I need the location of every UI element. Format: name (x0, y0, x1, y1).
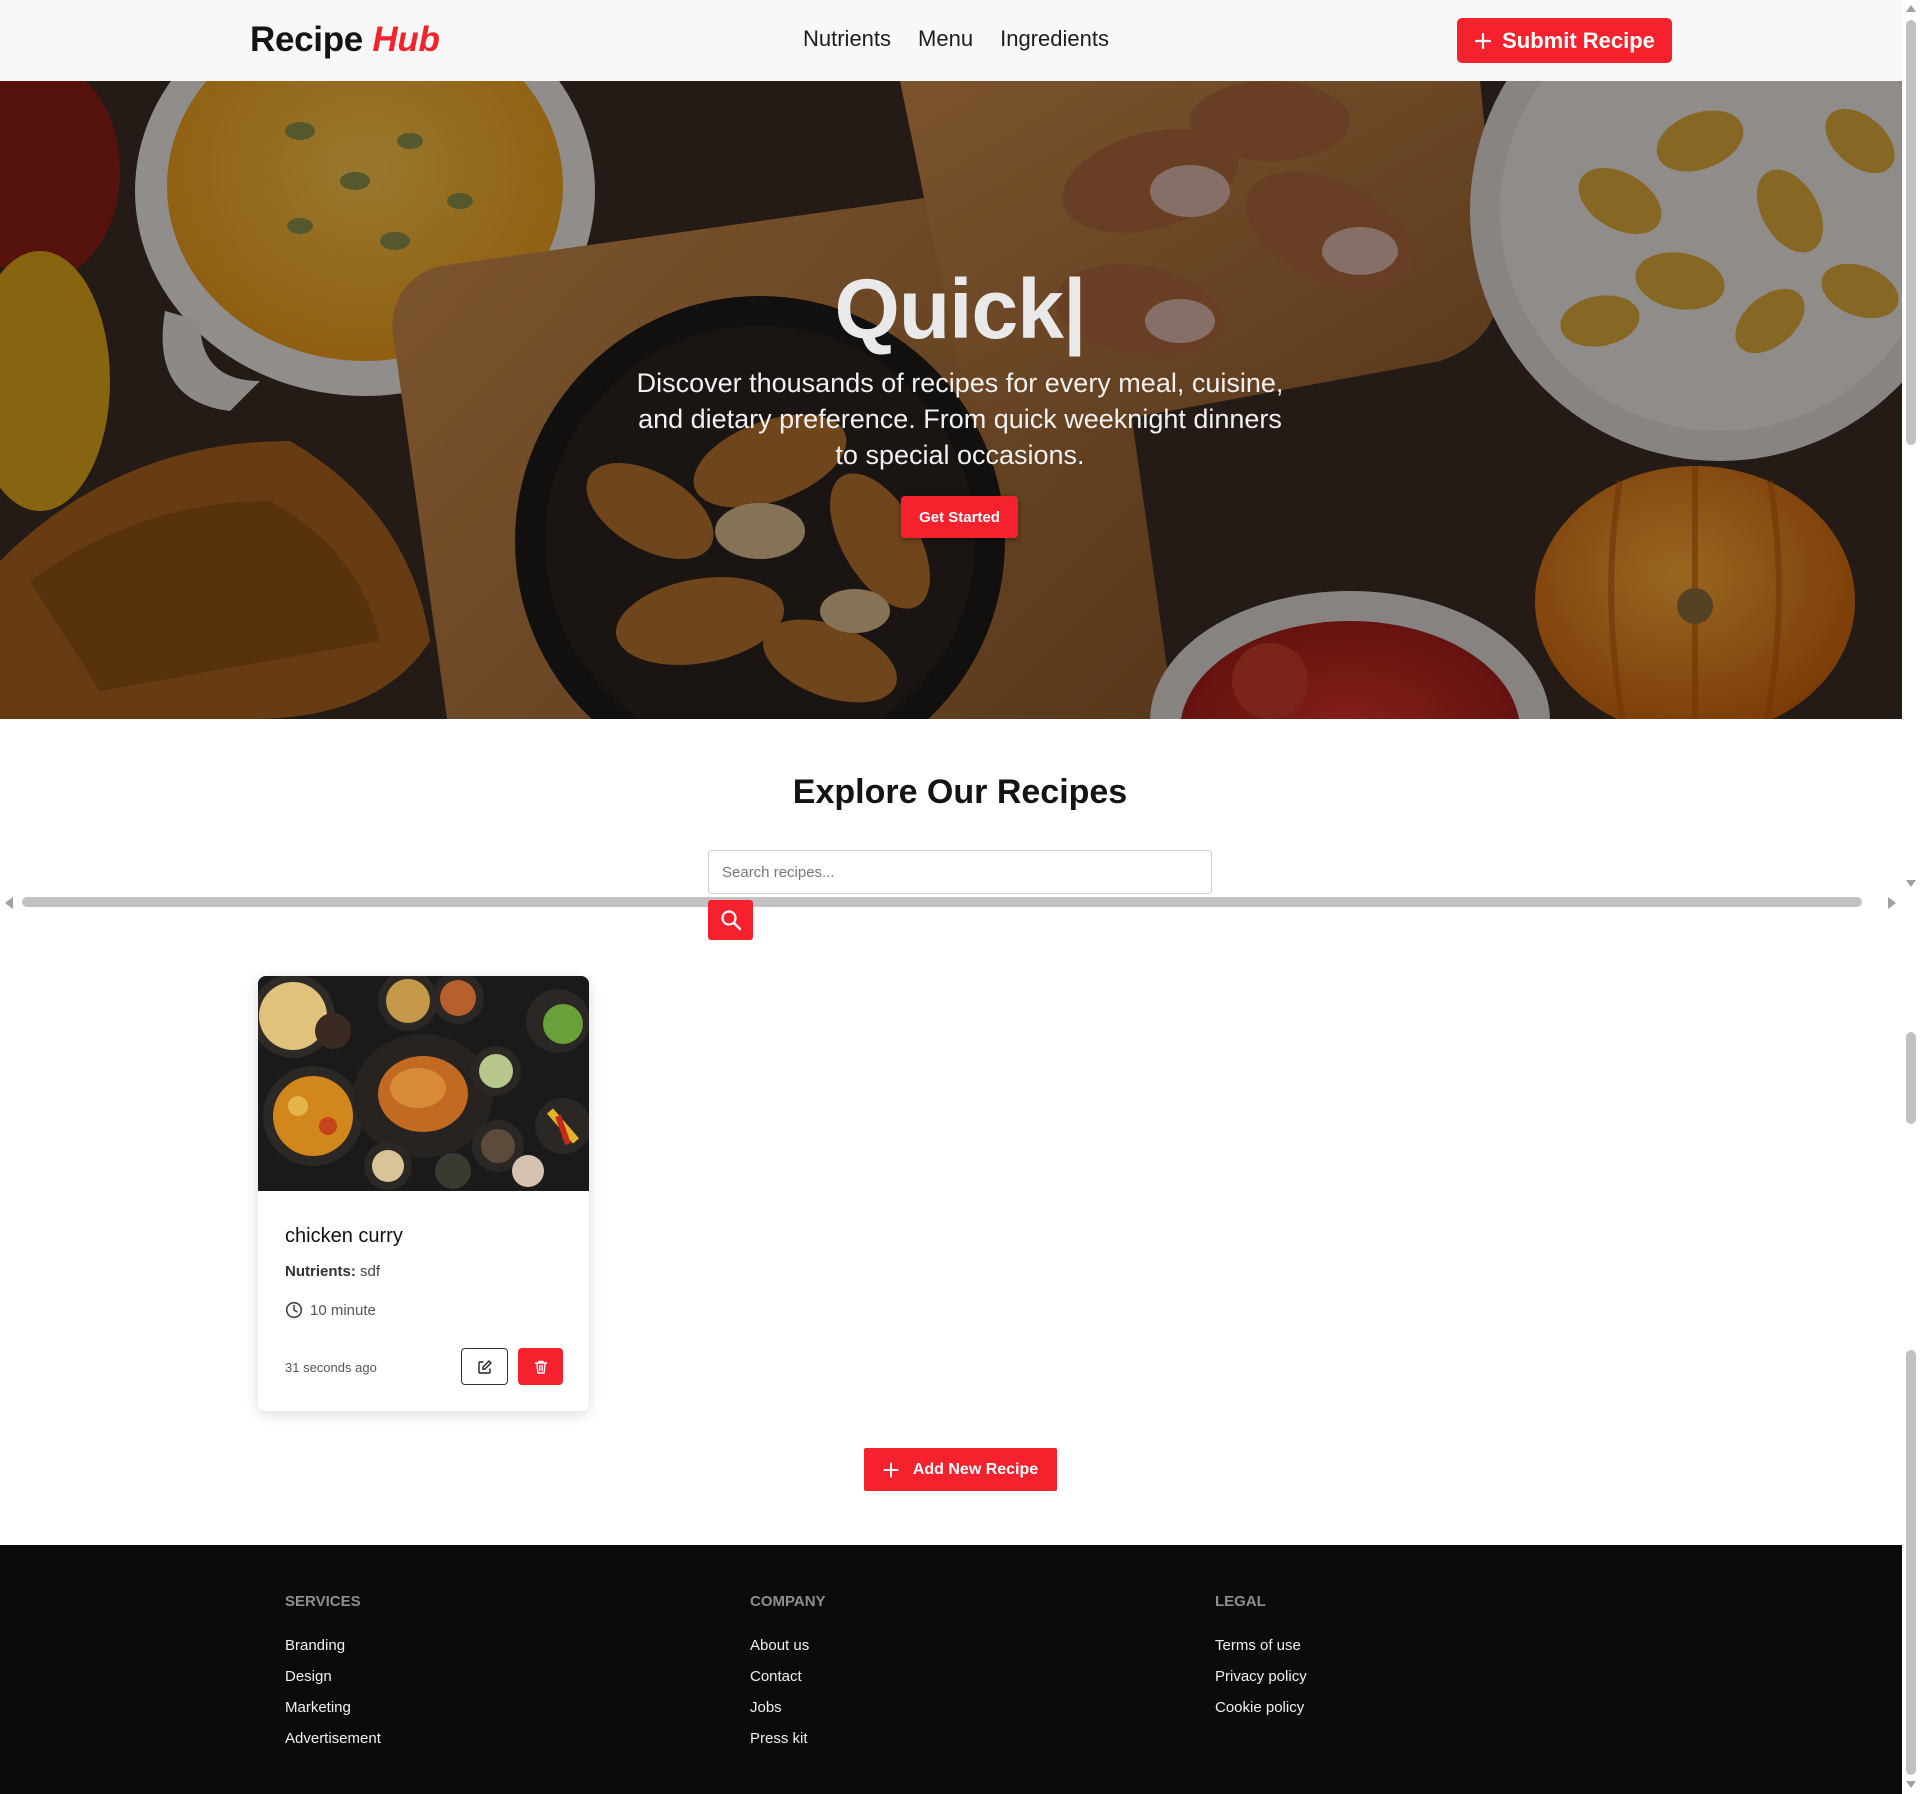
trash-icon (534, 1360, 547, 1374)
add-new-recipe-button[interactable]: Add New Recipe (864, 1448, 1057, 1491)
nutrients-value: sdf (360, 1263, 381, 1280)
search-input[interactable] (708, 850, 1212, 894)
footer-link-about[interactable]: About us (750, 1630, 826, 1661)
nav-link-ingredients[interactable]: Ingredients (1000, 26, 1109, 52)
footer-services: SERVICES Branding Design Marketing Adver… (285, 1593, 381, 1754)
footer-link-advertisement[interactable]: Advertisement (285, 1723, 381, 1754)
vertical-scroll-thumb-inner[interactable] (1906, 1032, 1916, 1124)
horizontal-scroll-thumb[interactable] (22, 897, 1862, 907)
submit-recipe-label: Submit Recipe (1502, 27, 1655, 53)
footer: SERVICES Branding Design Marketing Adver… (0, 1545, 1902, 1794)
hero-title: Quick| (834, 262, 1087, 356)
vertical-scrollbar[interactable] (1902, 0, 1920, 1794)
nav-link-nutrients[interactable]: Nutrients (803, 26, 891, 52)
edit-recipe-button[interactable] (461, 1348, 508, 1385)
edit-icon (477, 1359, 492, 1374)
footer-legal: LEGAL Terms of use Privacy policy Cookie… (1215, 1593, 1307, 1723)
footer-link-jobs[interactable]: Jobs (750, 1692, 826, 1723)
search-icon (720, 910, 741, 931)
footer-link-press-kit[interactable]: Press kit (750, 1723, 826, 1754)
plus-icon (1474, 32, 1492, 49)
scroll-up-arrow-icon[interactable] (1906, 5, 1916, 12)
recipe-time: 10 minute (285, 1301, 376, 1319)
clock-icon (285, 1301, 303, 1319)
recipe-title: chicken curry (285, 1225, 403, 1247)
scroll-right-arrow-icon[interactable] (1888, 897, 1896, 909)
nutrients-label: Nutrients: (285, 1263, 356, 1280)
brand-name: Recipe (250, 20, 363, 59)
recipe-time-value: 10 minute (310, 1301, 376, 1319)
scroll-left-arrow-icon[interactable] (5, 897, 13, 909)
plus-icon (883, 1462, 899, 1477)
horizontal-scrollbar[interactable] (0, 890, 1902, 914)
footer-services-heading: SERVICES (285, 1593, 361, 1610)
nav-link-menu[interactable]: Menu (918, 26, 973, 52)
explore-title: Explore Our Recipes (792, 773, 1128, 811)
vertical-scroll-thumb-lower[interactable] (1906, 1350, 1916, 1775)
footer-link-terms[interactable]: Terms of use (1215, 1630, 1307, 1661)
brand-logo[interactable]: Recipe Hub (250, 20, 440, 60)
scroll-down-arrow-icon-bottom[interactable] (1906, 1781, 1916, 1788)
footer-company: COMPANY About us Contact Jobs Press kit (750, 1593, 826, 1754)
hero-subtitle: Discover thousands of recipes for every … (636, 368, 1284, 470)
recipe-image (258, 976, 589, 1191)
nav-links: Nutrients Menu Ingredients (803, 26, 1109, 52)
footer-link-design[interactable]: Design (285, 1661, 381, 1692)
submit-recipe-button[interactable]: Submit Recipe (1457, 18, 1672, 63)
footer-link-privacy[interactable]: Privacy policy (1215, 1661, 1307, 1692)
vertical-scroll-thumb[interactable] (1906, 20, 1916, 445)
footer-link-cookie[interactable]: Cookie policy (1215, 1692, 1307, 1723)
recipe-timestamp: 31 seconds ago (285, 1360, 377, 1375)
recipe-card[interactable]: chicken curry Nutrients: sdf 10 minute 3… (258, 976, 589, 1411)
delete-recipe-button[interactable] (518, 1348, 563, 1385)
footer-link-contact[interactable]: Contact (750, 1661, 826, 1692)
footer-legal-heading: LEGAL (1215, 1593, 1266, 1610)
brand-accent: Hub (372, 20, 440, 59)
scroll-down-arrow-icon[interactable] (1906, 880, 1916, 887)
footer-link-branding[interactable]: Branding (285, 1630, 381, 1661)
hero-section: Quick| Discover thousands of recipes for… (0, 81, 1902, 719)
search-button[interactable] (708, 900, 753, 940)
navbar: Recipe Hub Nutrients Menu Ingredients Su… (0, 0, 1902, 81)
recipe-nutrients: Nutrients: sdf (285, 1263, 380, 1280)
get-started-button[interactable]: Get Started (901, 496, 1018, 538)
footer-link-marketing[interactable]: Marketing (285, 1692, 381, 1723)
add-new-recipe-label: Add New Recipe (912, 1460, 1039, 1478)
footer-company-heading: COMPANY (750, 1593, 826, 1610)
